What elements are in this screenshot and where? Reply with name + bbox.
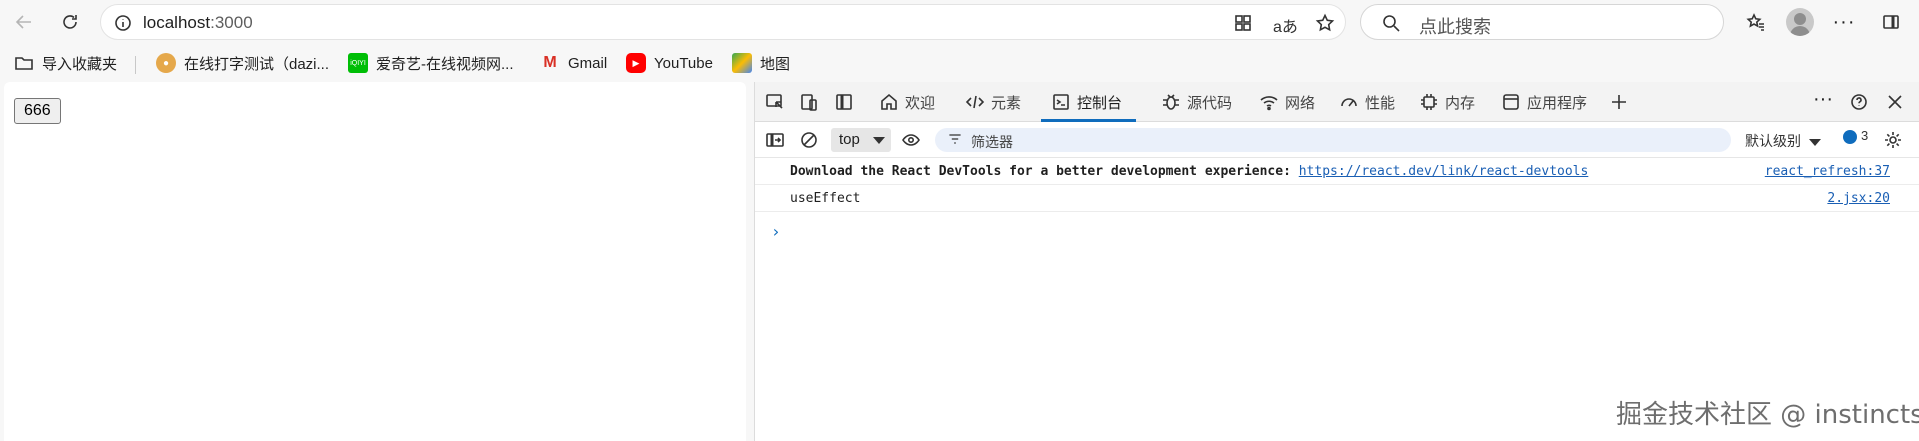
device-emulation-icon[interactable] [799,92,819,112]
refresh-icon [63,15,77,29]
url-text[interactable]: localhost:3000 [143,13,253,33]
back-button[interactable] [8,6,40,38]
extensions-icon[interactable] [1233,13,1253,33]
info-icon [115,15,131,31]
refresh-button[interactable] [54,6,86,38]
more-tools-icon[interactable]: ··· [1813,88,1833,111]
console-output: Download the React DevTools for a better… [755,158,1919,241]
watermark: 掘金技术社区 @ instincts [1616,400,1919,430]
code-icon [965,95,985,109]
bookmark-gmail[interactable]: M Gmail [540,52,607,74]
inspect-element-icon[interactable] [765,92,785,112]
favicon-iqiyi-icon: iQIYI [348,53,368,73]
more-dots-icon: ··· [1832,10,1856,33]
bookmark-iqiyi[interactable]: iQIYI 爱奇艺-在线视频网... [348,52,514,74]
browser-toolbar: localhost:3000 aあ 点此搜索 ··· [0,0,1919,44]
source-link[interactable]: 2.jsx:20 [1827,191,1890,206]
devtools-tabbar: 欢迎 元素 控制台 源代码 网络 性能 内存 应用程序 ··· [755,82,1919,122]
arrow-left-icon [15,15,31,29]
filter-icon [949,134,961,144]
tab-console[interactable]: 控制台 [1041,82,1137,122]
console-toolbar: top 筛选器 默认级别 3 [755,122,1919,158]
add-tab-icon[interactable] [1609,92,1629,112]
source-link[interactable]: react_refresh:37 [1765,164,1890,179]
tab-elements[interactable]: 元素 [965,82,1021,122]
maps-icon [732,53,752,73]
address-bar[interactable]: localhost:3000 aあ [100,4,1346,40]
gmail-icon: M [543,54,557,71]
log-level-select[interactable]: 默认级别 [1745,131,1821,151]
bug-icon [1163,94,1179,110]
issues-icon [1843,129,1857,144]
app-window-icon [1503,94,1519,110]
issues-counter[interactable]: 3 [1843,128,1868,144]
bookmark-dazi[interactable]: ● 在线打字测试（dazi... [156,52,329,74]
search-box[interactable]: 点此搜索 [1360,4,1724,40]
bookmarks-bar: 导入收藏夹 ● 在线打字测试（dazi... iQIYI 爱奇艺-在线视频网..… [0,44,1919,82]
filter-input[interactable]: 筛选器 [935,128,1731,152]
bookmark-maps[interactable]: 地图 [732,52,790,74]
bookmark-import[interactable]: 导入收藏夹 [14,52,117,74]
chevron-down-icon [873,137,885,144]
console-icon [1053,94,1069,110]
tab-sources[interactable]: 源代码 [1161,82,1232,122]
console-prompt[interactable]: › [771,222,781,241]
chevron-down-icon [1809,138,1821,146]
tab-performance[interactable]: 性能 [1339,82,1395,122]
bookmark-youtube[interactable]: ▶ YouTube [626,52,713,74]
console-message: useEffect 2.jsx:20 [755,185,1919,212]
dock-panel-icon[interactable] [834,92,854,112]
home-icon [881,93,897,110]
youtube-icon: ▶ [626,53,646,73]
gauge-icon [1341,98,1357,107]
clear-console-icon[interactable] [799,130,819,150]
gear-icon[interactable] [1883,130,1903,150]
page-viewport: 666 [4,82,746,441]
wifi-icon [1260,96,1278,111]
devtools-panel: 欢迎 元素 控制台 源代码 网络 性能 内存 应用程序 ··· top 筛选器 … [754,82,1919,441]
sidebar-toggle-icon[interactable] [765,130,785,150]
star-icon[interactable] [1315,13,1335,33]
sidebar-icon [1883,15,1899,29]
more-menu-button[interactable]: ··· [1828,6,1860,38]
favicon-dazi-icon: ● [156,53,176,73]
tab-memory[interactable]: 内存 [1419,82,1475,122]
context-select[interactable]: top [831,128,891,152]
page-button[interactable]: 666 [14,98,61,124]
chip-icon [1421,94,1437,110]
favorites-icon [1746,13,1764,31]
tab-network[interactable]: 网络 [1259,82,1315,122]
search-icon [1383,15,1400,32]
help-icon[interactable] [1849,92,1869,112]
read-aloud-icon[interactable]: aあ [1273,13,1298,37]
search-placeholder: 点此搜索 [1419,17,1491,37]
avatar[interactable] [1786,8,1814,36]
favorites-button[interactable] [1740,6,1772,38]
live-expression-eye-icon[interactable] [901,130,921,150]
tab-application[interactable]: 应用程序 [1501,82,1587,122]
folder-import-icon [14,53,34,73]
close-icon[interactable] [1885,92,1905,112]
react-devtools-link[interactable]: https://react.dev/link/react-devtools [1299,164,1589,179]
bookmark-divider [135,56,136,74]
console-message: Download the React DevTools for a better… [755,158,1919,185]
tab-welcome[interactable]: 欢迎 [879,82,935,122]
sidebar-toggle-button[interactable] [1875,6,1907,38]
